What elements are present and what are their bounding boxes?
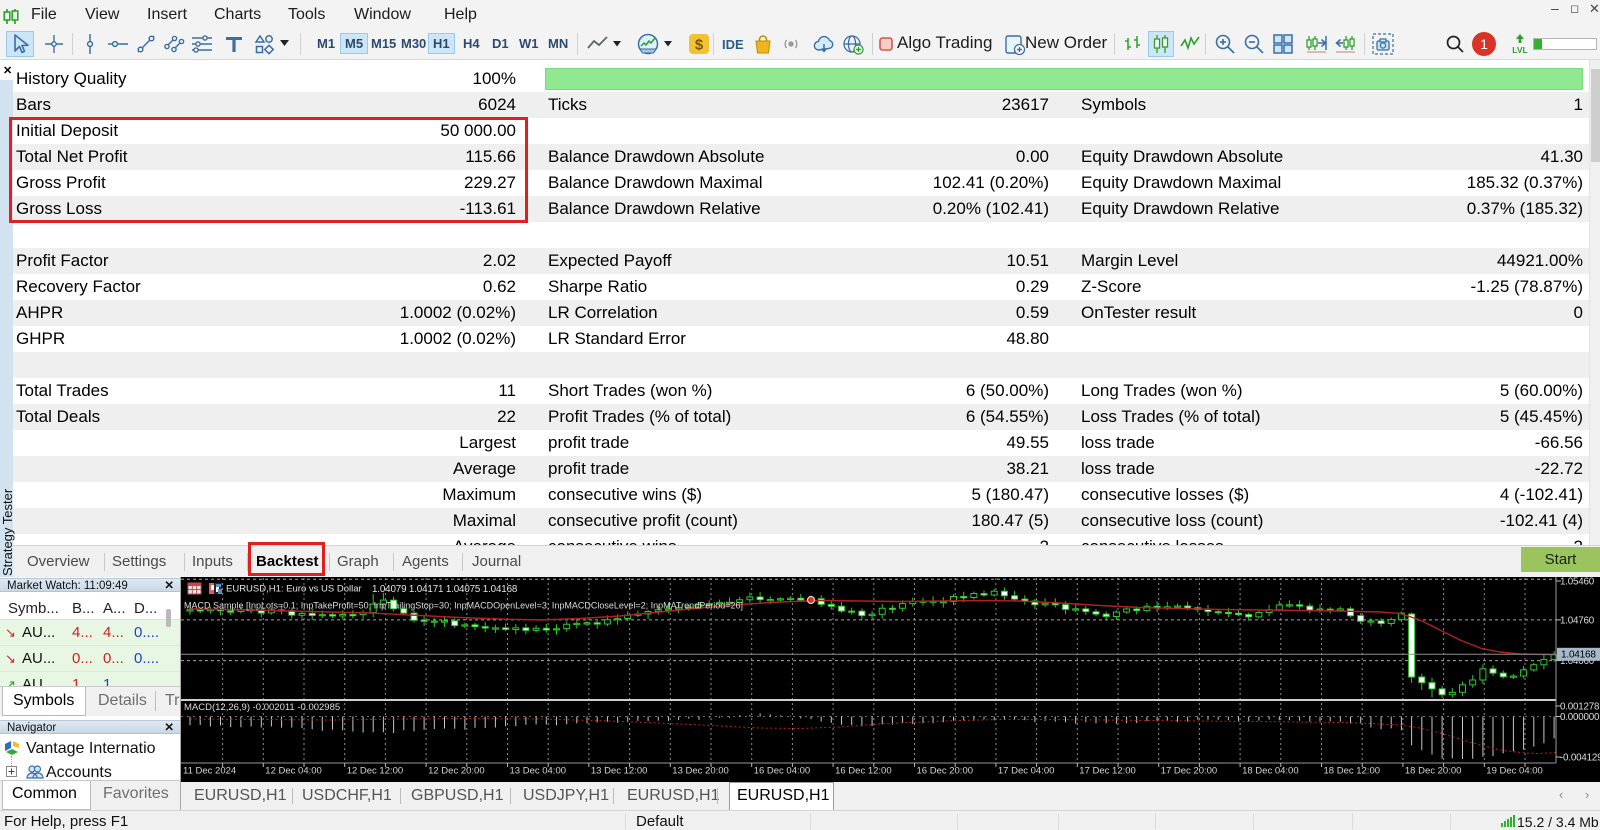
- svg-text:-0.004129: -0.004129: [1560, 753, 1600, 764]
- svg-text:13 Dec 12:00: 13 Dec 12:00: [591, 766, 648, 777]
- svg-text:12 Dec 04:00: 12 Dec 04:00: [265, 766, 322, 777]
- svg-text:16 Dec 20:00: 16 Dec 20:00: [917, 766, 974, 777]
- svg-text:16 Dec 04:00: 16 Dec 04:00: [754, 766, 811, 777]
- svg-text:$: $: [695, 37, 704, 54]
- svg-text:13 Dec 04:00: 13 Dec 04:00: [510, 766, 567, 777]
- svg-text:0.001278: 0.001278: [1560, 702, 1600, 713]
- svg-text:13 Dec 20:00: 13 Dec 20:00: [672, 766, 729, 777]
- svg-text:1.04760: 1.04760: [1560, 615, 1595, 626]
- svg-text:EURUSD,H1: Euro vs US Dollar: EURUSD,H1: Euro vs US Dollar: [226, 584, 362, 595]
- svg-text:1.04168: 1.04168: [1561, 650, 1596, 661]
- svg-text:11 Dec 2024: 11 Dec 2024: [183, 766, 236, 777]
- svg-text:MACD(12,26,9) -0.002011 -0.002: MACD(12,26,9) -0.002011 -0.002985: [184, 702, 340, 713]
- svg-text:MACD Sample [InpLots=0.1; InpT: MACD Sample [InpLots=0.1; InpTakeProfit=…: [184, 601, 743, 611]
- svg-text:16 Dec 12:00: 16 Dec 12:00: [835, 766, 892, 777]
- svg-text:17 Dec 04:00: 17 Dec 04:00: [998, 766, 1055, 777]
- svg-text:0.000000: 0.000000: [1560, 712, 1600, 723]
- svg-text:12 Dec 12:00: 12 Dec 12:00: [347, 766, 404, 777]
- svg-text:1.04079 1.04171 1.04075 1.0416: 1.04079 1.04171 1.04075 1.04168: [372, 584, 518, 595]
- svg-text:LVL: LVL: [1512, 45, 1527, 55]
- svg-text:18 Dec 12:00: 18 Dec 12:00: [1324, 766, 1381, 777]
- svg-text:17 Dec 20:00: 17 Dec 20:00: [1161, 766, 1218, 777]
- svg-text:18 Dec 04:00: 18 Dec 04:00: [1242, 766, 1299, 777]
- svg-text:1.05460: 1.05460: [1560, 577, 1595, 588]
- svg-text:12 Dec 20:00: 12 Dec 20:00: [428, 766, 485, 777]
- svg-text:19 Dec 04:00: 19 Dec 04:00: [1486, 766, 1543, 777]
- svg-text:18 Dec 20:00: 18 Dec 20:00: [1405, 766, 1462, 777]
- svg-text:17 Dec 12:00: 17 Dec 12:00: [1079, 766, 1136, 777]
